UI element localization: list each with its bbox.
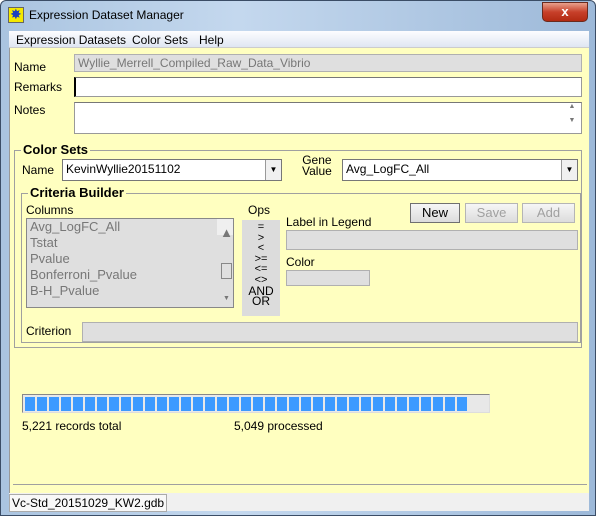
progress-segment xyxy=(349,397,359,411)
color-set-name-label: Name xyxy=(22,163,55,177)
menu-bar: Expression Datasets Color Sets Help xyxy=(9,31,589,48)
label-in-legend-field[interactable] xyxy=(286,230,578,250)
progress-segment xyxy=(301,397,311,411)
progress-segment xyxy=(37,397,47,411)
color-set-name-dropdown[interactable]: KevinWyllie20151102 ▼ xyxy=(62,159,282,181)
chevron-down-icon[interactable]: ▼ xyxy=(561,160,577,180)
progress-segment xyxy=(373,397,383,411)
close-button[interactable]: x xyxy=(542,2,588,22)
progress-segment xyxy=(229,397,239,411)
criteria-builder-title: Criteria Builder xyxy=(28,185,126,200)
color-label: Color xyxy=(286,255,315,269)
window: Expression Dataset Manager x Expression … xyxy=(0,0,596,516)
list-item[interactable]: Pvalue xyxy=(27,251,233,267)
progress-segment xyxy=(265,397,275,411)
progress-segment xyxy=(397,397,407,411)
name-label: Name xyxy=(14,60,47,74)
status-bar: Vc-Std_20151029_KW2.gdb xyxy=(9,493,589,512)
list-item[interactable]: B-H_Pvalue xyxy=(27,283,233,299)
progress-segment xyxy=(337,397,347,411)
notes-label: Notes xyxy=(14,103,46,117)
list-item[interactable]: Avg_LogFC_All xyxy=(27,219,233,235)
progress-segment xyxy=(445,397,455,411)
add-button[interactable]: Add xyxy=(522,203,575,223)
gene-value-dropdown[interactable]: Avg_LogFC_All ▼ xyxy=(342,159,578,181)
op-equal[interactable]: = xyxy=(242,222,280,233)
progress-segment xyxy=(97,397,107,411)
progress-segment xyxy=(109,397,119,411)
progress-segment xyxy=(241,397,251,411)
remarks-field[interactable] xyxy=(74,77,582,97)
progress-segment xyxy=(61,397,71,411)
progress-segment xyxy=(169,397,179,411)
criterion-label: Criterion xyxy=(26,324,72,338)
list-item[interactable]: Bonferroni_Pvalue xyxy=(27,267,233,283)
remarks-label: Remarks xyxy=(14,80,63,94)
name-field[interactable]: Wyllie_Merrell_Compiled_Raw_Data_Vibrio xyxy=(74,54,582,72)
columns-label: Columns xyxy=(26,203,74,217)
progress-segment xyxy=(121,397,131,411)
window-title: Expression Dataset Manager xyxy=(29,8,184,22)
progress-segment xyxy=(421,397,431,411)
progress-segment xyxy=(433,397,443,411)
progress-segment xyxy=(157,397,167,411)
gene-value-value: Avg_LogFC_All xyxy=(346,162,430,176)
list-item[interactable]: Tstat xyxy=(27,235,233,251)
divider xyxy=(13,484,587,485)
progress-segment xyxy=(277,397,287,411)
op-or[interactable]: OR xyxy=(242,295,280,307)
progress-segment xyxy=(325,397,335,411)
color-sets-title: Color Sets xyxy=(21,142,91,157)
progress-segment xyxy=(253,397,263,411)
progress-segment xyxy=(313,397,323,411)
menu-expression-datasets[interactable]: Expression Datasets xyxy=(16,33,126,47)
progress-segment xyxy=(457,397,467,411)
progress-segment xyxy=(409,397,419,411)
progress-segment xyxy=(181,397,191,411)
notes-field[interactable] xyxy=(74,102,582,134)
progress-segment xyxy=(217,397,227,411)
color-field[interactable] xyxy=(286,270,370,286)
progress-segment xyxy=(145,397,155,411)
progress-segment xyxy=(85,397,95,411)
notes-scrollbar[interactable]: ▲ ▼ xyxy=(564,103,580,133)
chevron-down-icon[interactable]: ▼ xyxy=(265,160,281,180)
columns-list[interactable]: Avg_LogFC_All Tstat Pvalue Bonferroni_Pv… xyxy=(26,218,234,308)
columns-scrollbar[interactable]: ▲ ▼ xyxy=(217,219,233,302)
progress-bar xyxy=(22,394,490,413)
color-set-name-value: KevinWyllie20151102 xyxy=(66,162,181,176)
menu-color-sets[interactable]: Color Sets xyxy=(132,33,188,47)
progress-segment xyxy=(361,397,371,411)
new-button[interactable]: New xyxy=(410,203,460,223)
progress-segment xyxy=(133,397,143,411)
progress-segment xyxy=(205,397,215,411)
app-icon xyxy=(8,6,24,23)
client-area: Name Wyllie_Merrell_Compiled_Raw_Data_Vi… xyxy=(9,48,589,493)
progress-segment xyxy=(73,397,83,411)
progress-segment xyxy=(25,397,35,411)
progress-segment xyxy=(49,397,59,411)
records-total: 5,221 records total xyxy=(22,419,122,433)
records-processed: 5,049 processed xyxy=(234,419,323,433)
ops-label: Ops xyxy=(248,203,271,217)
ops-list[interactable]: = > < >= <= <> AND OR xyxy=(242,220,280,316)
progress-segment xyxy=(193,397,203,411)
label-in-legend-label: Label in Legend xyxy=(286,215,372,229)
menu-help[interactable]: Help xyxy=(199,33,224,47)
save-button[interactable]: Save xyxy=(465,203,518,223)
criterion-field[interactable] xyxy=(82,322,578,342)
progress-segment xyxy=(385,397,395,411)
gene-value-label: Gene Value xyxy=(302,153,332,178)
status-file: Vc-Std_20151029_KW2.gdb xyxy=(9,494,168,512)
progress-segment xyxy=(289,397,299,411)
